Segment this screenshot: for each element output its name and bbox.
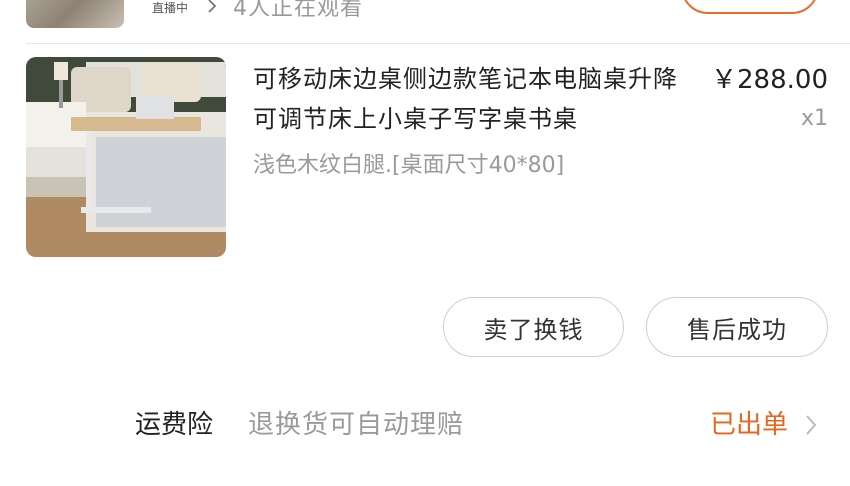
- product-title[interactable]: 可移动床边桌侧边款笔记本电脑桌升降可调节床上小桌子写字桌书桌: [253, 59, 698, 139]
- insurance-label: 运费险: [135, 410, 214, 440]
- chevron-right-icon[interactable]: [203, 0, 221, 15]
- product-price: ￥288.00: [711, 65, 828, 95]
- after-sales-button[interactable]: 售后成功: [646, 297, 828, 357]
- insurance-description: 退换货可自动理赔: [248, 410, 465, 440]
- watching-count: 4人正在观看: [233, 0, 363, 21]
- divider: [26, 43, 850, 44]
- live-label: 直播中: [152, 1, 189, 15]
- product-image[interactable]: [26, 57, 226, 257]
- top-action-button[interactable]: [681, 0, 819, 14]
- chevron-right-icon[interactable]: [800, 412, 822, 438]
- previous-item-thumbnail[interactable]: [26, 0, 124, 28]
- sell-button[interactable]: 卖了换钱: [443, 297, 624, 357]
- product-quantity: x1: [800, 106, 828, 131]
- product-spec: 浅色木纹白腿.[桌面尺寸40*80]: [253, 153, 565, 178]
- insurance-status[interactable]: 已出单: [710, 407, 788, 443]
